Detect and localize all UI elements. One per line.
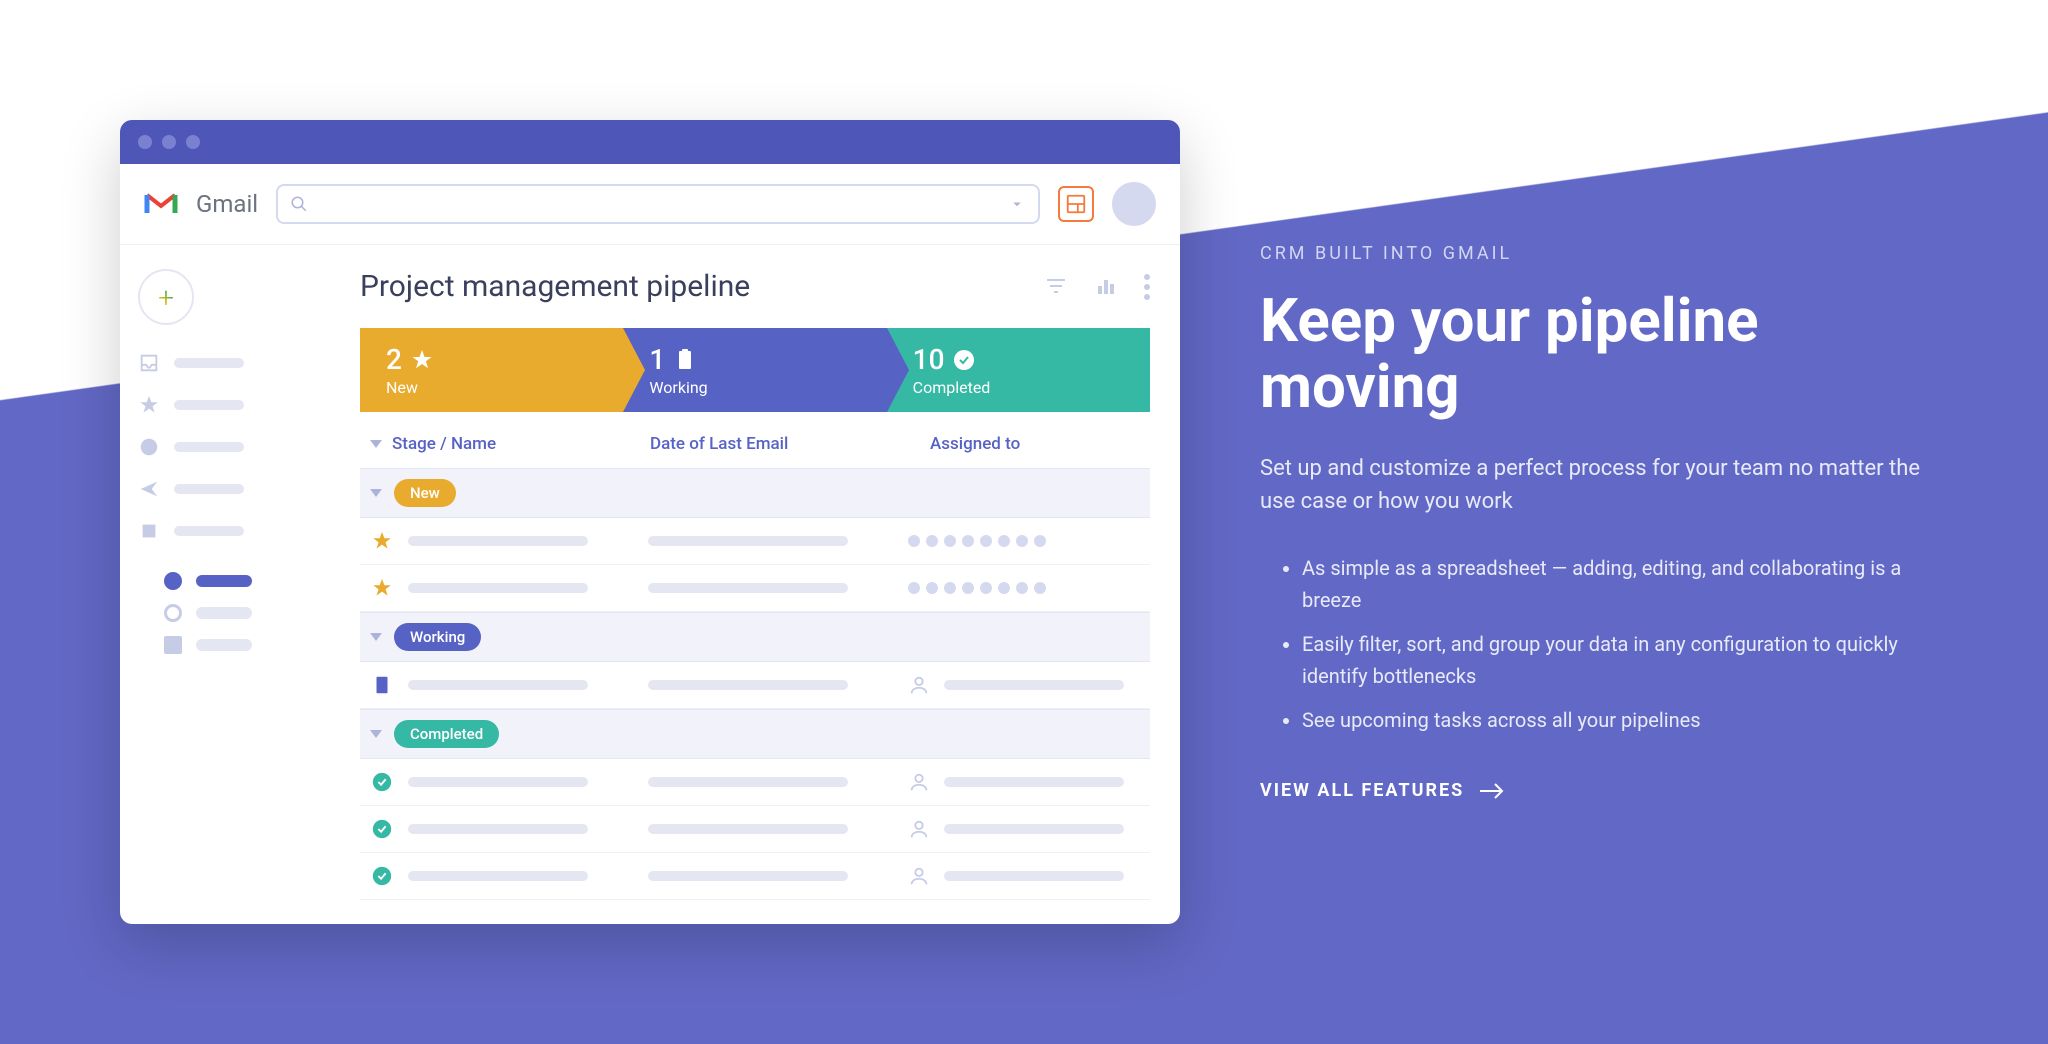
clipboard-icon <box>370 674 394 696</box>
check-circle-icon <box>370 818 394 840</box>
feature-item: As simple as a spreadsheet — adding, edi… <box>1302 552 1928 616</box>
clock-icon <box>138 436 160 458</box>
plus-icon: + <box>158 281 174 314</box>
search-icon <box>290 195 308 213</box>
view-features-link[interactable]: VIEW ALL FEATURES <box>1260 780 1506 801</box>
sidebar-pipeline-active[interactable] <box>164 565 312 597</box>
top-bar: Gmail <box>120 164 1180 245</box>
pipeline-table: Stage / Name Date of Last Email Assigned… <box>360 420 1150 900</box>
stage-label: New <box>386 378 597 397</box>
stage-pill: Completed <box>394 720 499 748</box>
arrow-right-icon <box>1478 781 1506 801</box>
stage-summary: 2 New 1 Working 10 Completed <box>360 328 1150 412</box>
star-icon <box>370 577 394 599</box>
feature-item: See upcoming tasks across all your pipel… <box>1302 704 1928 736</box>
star-icon <box>410 348 434 372</box>
collapse-icon <box>370 489 382 497</box>
stage-pill: New <box>394 479 456 507</box>
table-row[interactable] <box>360 806 1150 853</box>
filter-icon[interactable] <box>1044 274 1068 298</box>
streak-toggle-button[interactable] <box>1058 186 1094 222</box>
chevron-down-icon <box>1008 195 1026 213</box>
person-icon <box>908 771 930 793</box>
stage-new[interactable]: 2 New <box>360 328 623 412</box>
sidebar: + <box>120 245 330 924</box>
subheading: Set up and customize a perfect process f… <box>1260 452 1928 518</box>
stage-label: Completed <box>913 378 1124 397</box>
circle-icon <box>164 604 182 622</box>
table-row[interactable] <box>360 518 1150 565</box>
compose-button[interactable]: + <box>138 269 194 325</box>
table-header: Stage / Name Date of Last Email Assigned… <box>360 420 1150 468</box>
main-content: Project management pipeline 2 New 1 Work… <box>330 245 1180 924</box>
table-row[interactable] <box>360 662 1150 709</box>
window-control-minimize[interactable] <box>162 135 176 149</box>
clipboard-icon <box>673 348 697 372</box>
table-row[interactable] <box>360 565 1150 612</box>
person-icon <box>908 865 930 887</box>
stage-working[interactable]: 1 Working <box>623 328 886 412</box>
window-titlebar <box>120 120 1180 164</box>
brand-label: Gmail <box>196 190 258 218</box>
sidebar-item-inbox[interactable] <box>138 345 312 381</box>
sort-icon <box>370 440 382 448</box>
stage-pill: Working <box>394 623 481 651</box>
column-date[interactable]: Date of Last Email <box>650 434 930 454</box>
collapse-icon <box>370 730 382 738</box>
page-title: Project management pipeline <box>360 269 750 304</box>
table-row[interactable] <box>360 759 1150 806</box>
eyebrow-text: CRM BUILT INTO GMAIL <box>1260 243 1928 264</box>
table-row[interactable] <box>360 853 1150 900</box>
inbox-icon <box>138 352 160 374</box>
group-header-completed[interactable]: Completed <box>360 709 1150 759</box>
search-input[interactable] <box>276 184 1040 224</box>
stage-count: 2 <box>386 343 402 376</box>
person-icon <box>908 818 930 840</box>
group-header-new[interactable]: New <box>360 468 1150 518</box>
cta-label: VIEW ALL FEATURES <box>1260 780 1464 801</box>
group-header-working[interactable]: Working <box>360 612 1150 662</box>
send-icon <box>138 478 160 500</box>
square-icon <box>138 520 160 542</box>
check-circle-icon <box>370 865 394 887</box>
dot-icon <box>164 572 182 590</box>
more-menu-icon[interactable] <box>1144 274 1150 300</box>
sidebar-item-starred[interactable] <box>138 387 312 423</box>
stage-count: 1 <box>649 343 665 376</box>
column-assigned[interactable]: Assigned to <box>930 434 1140 454</box>
sidebar-item-sent[interactable] <box>138 471 312 507</box>
app-window: Gmail + Project management pipelin <box>120 120 1180 924</box>
marketing-copy: CRM BUILT INTO GMAIL Keep your pipeline … <box>1260 243 1928 801</box>
window-control-maximize[interactable] <box>186 135 200 149</box>
headline: Keep your pipeline moving <box>1260 288 1928 420</box>
sidebar-pipeline-item[interactable] <box>164 597 312 629</box>
star-icon <box>138 394 160 416</box>
stage-label: Working <box>649 378 860 397</box>
sidebar-item-snoozed[interactable] <box>138 429 312 465</box>
gmail-logo-icon <box>144 191 178 217</box>
sidebar-pipeline-item[interactable] <box>164 629 312 661</box>
check-circle-icon <box>370 771 394 793</box>
chart-icon[interactable] <box>1094 274 1118 298</box>
feature-item: Easily filter, sort, and group your data… <box>1302 628 1928 692</box>
stage-count: 10 <box>913 343 945 376</box>
collapse-icon <box>370 633 382 641</box>
user-avatar[interactable] <box>1112 182 1156 226</box>
check-circle-icon <box>952 348 976 372</box>
column-stage[interactable]: Stage / Name <box>370 434 650 454</box>
feature-list: As simple as a spreadsheet — adding, edi… <box>1260 552 1928 736</box>
window-control-close[interactable] <box>138 135 152 149</box>
sidebar-item-drafts[interactable] <box>138 513 312 549</box>
person-icon <box>908 674 930 696</box>
stage-completed[interactable]: 10 Completed <box>887 328 1150 412</box>
square-icon <box>164 636 182 654</box>
star-icon <box>370 530 394 552</box>
